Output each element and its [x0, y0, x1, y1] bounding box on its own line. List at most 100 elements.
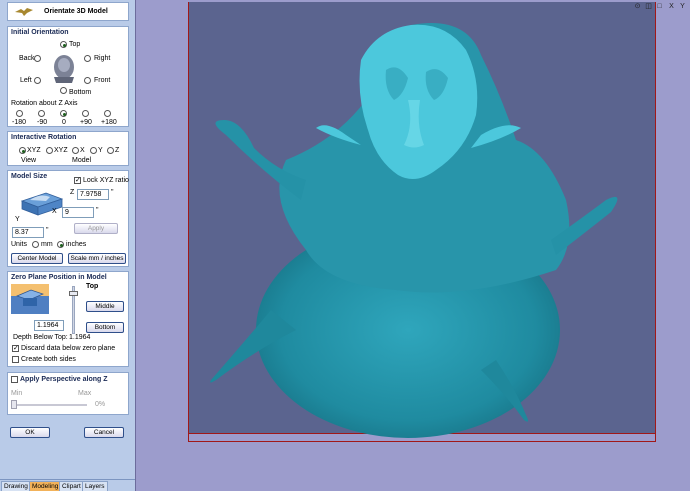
- rotation-minus180-label: -180: [12, 119, 27, 126]
- create-both-sides-checkbox[interactable]: [12, 356, 19, 363]
- view-group-label: View: [21, 157, 37, 164]
- perspective-header: Apply Perspective along Z: [20, 376, 108, 383]
- orient-back-radio[interactable]: [34, 55, 41, 62]
- units-mm-label: mm: [41, 241, 53, 248]
- discard-below-label: Discard data below zero plane: [21, 345, 116, 352]
- tab-drawing[interactable]: Drawing: [1, 481, 31, 491]
- lock-ratio-checkbox[interactable]: ✓: [74, 177, 81, 184]
- scale-units-button[interactable]: Scale mm / inches: [68, 253, 126, 264]
- orient-top-radio[interactable]: [60, 41, 67, 48]
- units-label: Units: [11, 241, 27, 248]
- model-z-radio[interactable]: [107, 147, 114, 154]
- view-iso-icon[interactable]: ◫: [644, 2, 653, 11]
- zero-plane-bottom-button[interactable]: Bottom: [86, 322, 124, 333]
- model-xyz-label: XYZ: [54, 147, 68, 154]
- perspective-percent: 0%: [95, 401, 106, 408]
- model-render: [210, 23, 618, 438]
- model-xyz-radio[interactable]: [46, 147, 53, 154]
- z-size-input[interactable]: 7.9758: [77, 189, 109, 200]
- center-model-button[interactable]: Center Model: [11, 253, 63, 264]
- units-inches-radio[interactable]: [57, 241, 64, 248]
- zero-plane-slider-thumb[interactable]: [69, 291, 78, 296]
- interactive-rotation-header: Interactive Rotation: [11, 134, 77, 141]
- box-dimension-icon: [20, 192, 64, 216]
- rotation-minus90-label: -90: [37, 119, 48, 126]
- view-y-icon[interactable]: Y: [678, 2, 687, 11]
- rotation-plus90-label: +90: [80, 119, 92, 126]
- zero-plane-header: Zero Plane Position in Model: [11, 274, 107, 281]
- zero-plane-preview-icon: [11, 284, 49, 314]
- tab-layers[interactable]: Layers: [82, 481, 108, 491]
- orientate-panel: Orientate 3D Model Initial Orientation T…: [0, 0, 135, 491]
- rotation-0-label: 0: [62, 119, 66, 126]
- tab-clipart[interactable]: Clipart: [59, 481, 84, 491]
- model-size-section: Model Size ✓ Lock XYZ ratio Z 7.9758 " X…: [7, 170, 129, 267]
- rotation-0-radio[interactable]: [60, 110, 67, 117]
- orient-back-label: Back: [19, 55, 35, 62]
- y-unit-mark: ": [46, 227, 49, 234]
- tab-modeling[interactable]: Modeling: [29, 481, 62, 491]
- cancel-button[interactable]: Cancel: [84, 427, 124, 438]
- orient-left-label: Left: [20, 77, 32, 84]
- view-xyz-radio[interactable]: [19, 147, 26, 154]
- model-z-label: Z: [115, 147, 120, 154]
- interactive-rotation-section: Interactive Rotation XYZ XYZ X Y Z View …: [7, 131, 129, 166]
- y-axis-label: Y: [15, 216, 20, 223]
- model-y-label: Y: [98, 147, 103, 154]
- apply-button[interactable]: Apply: [74, 223, 118, 234]
- units-mm-radio[interactable]: [32, 241, 39, 248]
- orient-bottom-radio[interactable]: [60, 87, 67, 94]
- z-axis-label: Z: [70, 189, 75, 196]
- z-unit-mark: ": [111, 189, 114, 196]
- create-both-sides-label: Create both sides: [21, 356, 76, 363]
- rotation-plus180-radio[interactable]: [104, 110, 111, 117]
- orient-left-radio[interactable]: [34, 77, 41, 84]
- view-top-icon[interactable]: □: [655, 2, 664, 11]
- perspective-max-label: Max: [78, 390, 92, 397]
- orient-front-label: Front: [94, 77, 111, 84]
- rotation-minus180-radio[interactable]: [16, 110, 23, 117]
- perspective-slider-thumb[interactable]: [11, 400, 17, 409]
- y-size-input[interactable]: 8.37: [12, 227, 44, 238]
- rotation-minus90-radio[interactable]: [38, 110, 45, 117]
- eagle-icon: [15, 8, 33, 16]
- panel-title-bar: Orientate 3D Model: [7, 2, 129, 21]
- 3d-viewport[interactable]: ⊙ ◫ □ X Y: [135, 0, 690, 491]
- zero-plane-section: Zero Plane Position in Model Top Middle …: [7, 271, 129, 367]
- initial-orientation-section: Initial Orientation Top Back Right Left …: [7, 26, 129, 127]
- perspective-min-label: Min: [11, 390, 23, 397]
- perspective-section: Apply Perspective along Z Min Max 0%: [7, 372, 129, 415]
- orient-bottom-label: Bottom: [69, 89, 92, 96]
- x-axis-label: X: [52, 208, 57, 215]
- model-x-label: X: [80, 147, 85, 154]
- units-inches-label: inches: [66, 241, 87, 248]
- view-x-icon[interactable]: X: [667, 2, 676, 11]
- model-group-label: Model: [72, 157, 92, 164]
- lock-ratio-label: Lock XYZ ratio: [83, 177, 129, 184]
- panel-title: Orientate 3D Model: [44, 8, 108, 15]
- panel-tab-bar: Drawing Modeling Clipart Layers: [0, 479, 135, 491]
- zero-plane-value-input[interactable]: 1.1964: [34, 320, 64, 331]
- perspective-slider-track[interactable]: [11, 404, 87, 406]
- model-x-radio[interactable]: [72, 147, 79, 154]
- view-settings-icon[interactable]: ⊙: [633, 2, 642, 11]
- head-preview-icon: [54, 55, 74, 83]
- model-y-radio[interactable]: [90, 147, 97, 154]
- initial-orientation-header: Initial Orientation: [11, 29, 69, 36]
- orient-front-radio[interactable]: [84, 77, 91, 84]
- orient-right-radio[interactable]: [84, 55, 91, 62]
- perspective-checkbox[interactable]: [11, 376, 18, 383]
- depth-below-top-value: 1.1964: [69, 334, 91, 341]
- discard-below-checkbox[interactable]: ✓: [12, 345, 19, 352]
- depth-below-top-label: Depth Below Top:: [13, 334, 68, 341]
- zero-plane-middle-button[interactable]: Middle: [86, 301, 124, 312]
- ok-button[interactable]: OK: [10, 427, 50, 438]
- rotation-plus180-label: +180: [101, 119, 117, 126]
- rotation-plus90-radio[interactable]: [82, 110, 89, 117]
- zero-plane-top-label: Top: [86, 283, 99, 290]
- x-size-input[interactable]: 9: [62, 207, 94, 218]
- rotation-z-label: Rotation about Z Axis: [11, 100, 78, 107]
- orient-right-label: Right: [94, 55, 111, 62]
- x-unit-mark: ": [96, 207, 99, 214]
- view-xyz-label: XYZ: [27, 147, 41, 154]
